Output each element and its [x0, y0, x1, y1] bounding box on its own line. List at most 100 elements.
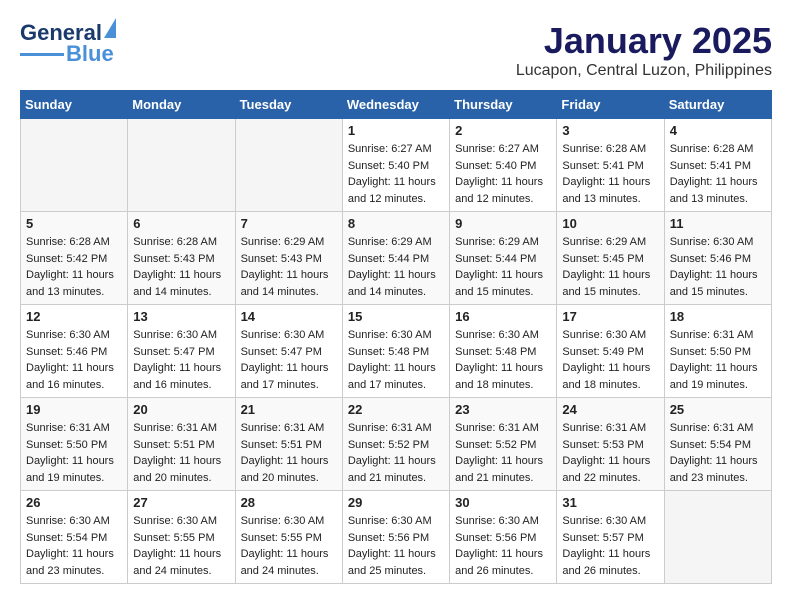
day-info: Sunrise: 6:30 AMSunset: 5:56 PMDaylight:… [348, 513, 444, 579]
day-number: 1 [348, 123, 444, 138]
day-cell-30: 30 Sunrise: 6:30 AMSunset: 5:56 PMDayligh… [450, 491, 557, 584]
empty-cell [21, 119, 128, 212]
day-info: Sunrise: 6:28 AMSunset: 5:41 PMDaylight:… [670, 141, 766, 207]
day-info: Sunrise: 6:31 AMSunset: 5:50 PMDaylight:… [670, 327, 766, 393]
weekday-header-friday: Friday [557, 91, 664, 119]
day-cell-15: 15 Sunrise: 6:30 AMSunset: 5:48 PMDayligh… [342, 305, 449, 398]
day-number: 5 [26, 216, 122, 231]
day-info: Sunrise: 6:30 AMSunset: 5:47 PMDaylight:… [133, 327, 229, 393]
day-number: 7 [241, 216, 337, 231]
day-number: 31 [562, 495, 658, 510]
day-number: 11 [670, 216, 766, 231]
day-cell-5: 5Sunrise: 6:28 AMSunset: 5:42 PMDaylight… [21, 212, 128, 305]
day-cell-23: 23Sunrise: 6:31 AMSunset: 5:52 PMDayligh… [450, 398, 557, 491]
day-info: Sunrise: 6:28 AMSunset: 5:41 PMDaylight:… [562, 141, 658, 207]
day-info: Sunrise: 6:30 AMSunset: 5:55 PMDaylight:… [241, 513, 337, 579]
empty-cell [128, 119, 235, 212]
empty-cell [664, 491, 771, 584]
day-cell-19: 19 Sunrise: 6:31 AMSunset: 5:50 PMDayligh… [21, 398, 128, 491]
day-number: 15 [348, 309, 444, 324]
day-info: Sunrise: 6:30 AMSunset: 5:46 PMDaylight:… [26, 327, 122, 393]
day-cell-1: 1 Sunrise: 6:27 AMSunset: 5:40 PMDaylight… [342, 119, 449, 212]
day-cell-7: 7 Sunrise: 6:29 AMSunset: 5:43 PMDaylight… [235, 212, 342, 305]
location: Lucapon, Central Luzon, Philippines [516, 62, 772, 80]
week-row-2: 5Sunrise: 6:28 AMSunset: 5:42 PMDaylight… [21, 212, 772, 305]
weekday-header-monday: Monday [128, 91, 235, 119]
day-info: Sunrise: 6:30 AMSunset: 5:48 PMDaylight:… [455, 327, 551, 393]
day-cell-20: 20 Sunrise: 6:31 AMSunset: 5:51 PMDayligh… [128, 398, 235, 491]
weekday-header-tuesday: Tuesday [235, 91, 342, 119]
day-info: Sunrise: 6:30 AMSunset: 5:57 PMDaylight:… [562, 513, 658, 579]
day-number: 24 [562, 402, 658, 417]
weekday-header-saturday: Saturday [664, 91, 771, 119]
day-info: Sunrise: 6:27 AMSunset: 5:40 PMDaylight:… [348, 141, 444, 207]
day-cell-13: 13Sunrise: 6:30 AMSunset: 5:47 PMDayligh… [128, 305, 235, 398]
day-info: Sunrise: 6:30 AMSunset: 5:55 PMDaylight:… [133, 513, 229, 579]
day-info: Sunrise: 6:27 AMSunset: 5:40 PMDaylight:… [455, 141, 551, 207]
logo-underline [20, 53, 64, 56]
page-header: General Blue January 2025 Lucapon, Centr… [20, 20, 772, 80]
week-row-1: 1 Sunrise: 6:27 AMSunset: 5:40 PMDaylight… [21, 119, 772, 212]
logo-triangle-icon [104, 18, 116, 38]
week-row-3: 12Sunrise: 6:30 AMSunset: 5:46 PMDayligh… [21, 305, 772, 398]
day-info: Sunrise: 6:30 AMSunset: 5:46 PMDaylight:… [670, 234, 766, 300]
weekday-header-row: SundayMondayTuesdayWednesdayThursdayFrid… [21, 91, 772, 119]
day-cell-17: 17 Sunrise: 6:30 AMSunset: 5:49 PMDayligh… [557, 305, 664, 398]
day-info: Sunrise: 6:30 AMSunset: 5:54 PMDaylight:… [26, 513, 122, 579]
day-info: Sunrise: 6:30 AMSunset: 5:47 PMDaylight:… [241, 327, 337, 393]
day-number: 18 [670, 309, 766, 324]
day-number: 19 [26, 402, 122, 417]
day-cell-27: 27Sunrise: 6:30 AMSunset: 5:55 PMDayligh… [128, 491, 235, 584]
day-number: 14 [241, 309, 337, 324]
day-number: 3 [562, 123, 658, 138]
day-info: Sunrise: 6:28 AMSunset: 5:43 PMDaylight:… [133, 234, 229, 300]
day-info: Sunrise: 6:30 AMSunset: 5:56 PMDaylight:… [455, 513, 551, 579]
day-number: 29 [348, 495, 444, 510]
day-info: Sunrise: 6:29 AMSunset: 5:44 PMDaylight:… [348, 234, 444, 300]
day-cell-12: 12Sunrise: 6:30 AMSunset: 5:46 PMDayligh… [21, 305, 128, 398]
calendar-table: SundayMondayTuesdayWednesdayThursdayFrid… [20, 90, 772, 584]
day-number: 16 [455, 309, 551, 324]
day-number: 17 [562, 309, 658, 324]
month-title: January 2025 [516, 20, 772, 62]
day-info: Sunrise: 6:29 AMSunset: 5:43 PMDaylight:… [241, 234, 337, 300]
day-cell-4: 4 Sunrise: 6:28 AMSunset: 5:41 PMDaylight… [664, 119, 771, 212]
day-cell-11: 11 Sunrise: 6:30 AMSunset: 5:46 PMDayligh… [664, 212, 771, 305]
day-cell-22: 22Sunrise: 6:31 AMSunset: 5:52 PMDayligh… [342, 398, 449, 491]
day-info: Sunrise: 6:30 AMSunset: 5:49 PMDaylight:… [562, 327, 658, 393]
day-cell-21: 21Sunrise: 6:31 AMSunset: 5:51 PMDayligh… [235, 398, 342, 491]
day-number: 26 [26, 495, 122, 510]
day-info: Sunrise: 6:31 AMSunset: 5:52 PMDaylight:… [348, 420, 444, 486]
day-cell-9: 9Sunrise: 6:29 AMSunset: 5:44 PMDaylight… [450, 212, 557, 305]
day-info: Sunrise: 6:30 AMSunset: 5:48 PMDaylight:… [348, 327, 444, 393]
day-number: 20 [133, 402, 229, 417]
day-number: 9 [455, 216, 551, 231]
empty-cell [235, 119, 342, 212]
day-cell-10: 10Sunrise: 6:29 AMSunset: 5:45 PMDayligh… [557, 212, 664, 305]
day-cell-6: 6Sunrise: 6:28 AMSunset: 5:43 PMDaylight… [128, 212, 235, 305]
day-cell-16: 16 Sunrise: 6:30 AMSunset: 5:48 PMDayligh… [450, 305, 557, 398]
day-cell-2: 2 Sunrise: 6:27 AMSunset: 5:40 PMDaylight… [450, 119, 557, 212]
week-row-4: 19 Sunrise: 6:31 AMSunset: 5:50 PMDayligh… [21, 398, 772, 491]
day-info: Sunrise: 6:29 AMSunset: 5:45 PMDaylight:… [562, 234, 658, 300]
day-number: 23 [455, 402, 551, 417]
day-cell-3: 3 Sunrise: 6:28 AMSunset: 5:41 PMDaylight… [557, 119, 664, 212]
day-number: 8 [348, 216, 444, 231]
day-cell-14: 14 Sunrise: 6:30 AMSunset: 5:47 PMDayligh… [235, 305, 342, 398]
week-row-5: 26 Sunrise: 6:30 AMSunset: 5:54 PMDayligh… [21, 491, 772, 584]
day-number: 2 [455, 123, 551, 138]
logo: General Blue [20, 20, 116, 67]
day-cell-24: 24 Sunrise: 6:31 AMSunset: 5:53 PMDayligh… [557, 398, 664, 491]
day-info: Sunrise: 6:31 AMSunset: 5:50 PMDaylight:… [26, 420, 122, 486]
day-cell-18: 18 Sunrise: 6:31 AMSunset: 5:50 PMDayligh… [664, 305, 771, 398]
day-cell-28: 28 Sunrise: 6:30 AMSunset: 5:55 PMDayligh… [235, 491, 342, 584]
day-number: 28 [241, 495, 337, 510]
day-info: Sunrise: 6:31 AMSunset: 5:53 PMDaylight:… [562, 420, 658, 486]
weekday-header-wednesday: Wednesday [342, 91, 449, 119]
day-number: 4 [670, 123, 766, 138]
day-number: 21 [241, 402, 337, 417]
weekday-header-sunday: Sunday [21, 91, 128, 119]
day-number: 30 [455, 495, 551, 510]
day-info: Sunrise: 6:31 AMSunset: 5:51 PMDaylight:… [133, 420, 229, 486]
title-section: January 2025 Lucapon, Central Luzon, Phi… [516, 20, 772, 80]
